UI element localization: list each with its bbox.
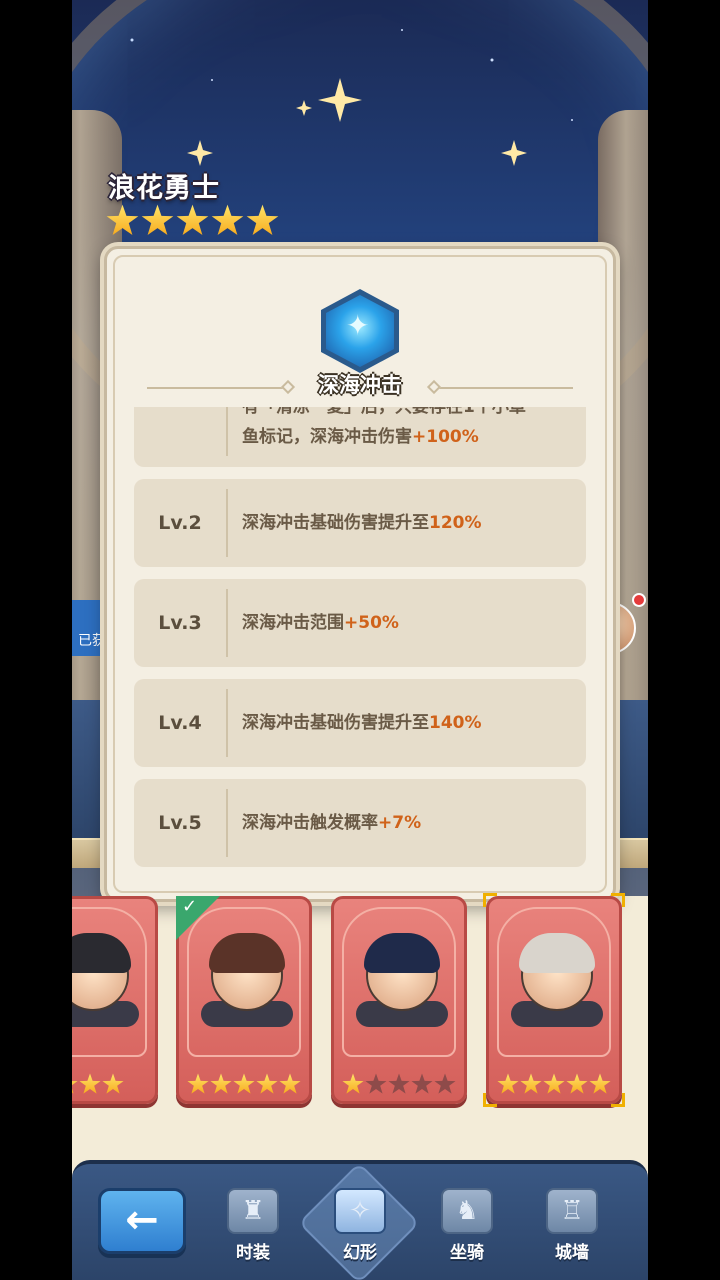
level-description: 深海冲击触发概率+7% bbox=[242, 813, 422, 833]
skill-title: 深海冲击 bbox=[318, 373, 402, 397]
costume-icon: ♜ bbox=[227, 1188, 279, 1234]
skin-card[interactable] bbox=[331, 896, 467, 1104]
star-icon bbox=[365, 1073, 387, 1094]
level-row: Lv.5 深海冲击触发概率+7% bbox=[134, 779, 586, 867]
skin-card-list: ✓ bbox=[72, 893, 638, 1107]
star-icon bbox=[176, 204, 209, 236]
star-icon bbox=[79, 1073, 101, 1094]
selection-corner bbox=[483, 893, 497, 907]
tab-mount[interactable]: ♞ 坐骑 bbox=[422, 1188, 512, 1268]
level-row: Lv.4 深海冲击基础伤害提升至140% bbox=[134, 679, 586, 767]
level-label: Lv.3 bbox=[158, 612, 202, 634]
level-label: Lv.2 bbox=[158, 512, 202, 534]
star-icon bbox=[434, 1073, 456, 1094]
level-label: Lv.4 bbox=[158, 712, 202, 734]
skill-level-list[interactable]: 有「清凉一夏」后，只要存在1个小章 鱼标记，深海冲击伤害+100% Lv.2 深… bbox=[134, 407, 586, 867]
level-description: 深海冲击范围+50% bbox=[242, 613, 399, 633]
hero-star-rating bbox=[106, 204, 279, 237]
selection-corner bbox=[611, 1093, 625, 1107]
star-icon bbox=[141, 204, 174, 236]
star-icon bbox=[566, 1073, 588, 1094]
star-icon bbox=[256, 1073, 278, 1094]
card-star-rating bbox=[334, 1073, 464, 1095]
level-row: Lv.2 深海冲击基础伤害提升至120% bbox=[134, 479, 586, 567]
card-star-rating bbox=[179, 1073, 309, 1095]
star-icon bbox=[342, 1073, 364, 1094]
star-icon bbox=[246, 204, 279, 236]
level-description: 有「清凉一夏」后，只要存在1个小章 鱼标记，深海冲击伤害+100% bbox=[242, 407, 526, 447]
star-icon bbox=[211, 204, 244, 236]
castle-wall-icon: ♖ bbox=[546, 1188, 598, 1234]
tab-label: 坐骑 bbox=[450, 1243, 484, 1263]
skin-card[interactable] bbox=[483, 893, 625, 1107]
hero-name: 浪花勇士 bbox=[108, 173, 220, 204]
mount-icon: ♞ bbox=[441, 1188, 493, 1234]
level-description: 深海冲击基础伤害提升至120% bbox=[242, 513, 482, 533]
bottom-nav-bar: ← ♜ 时装 ✧ 幻形 ♞ 坐骑 ♖ 城墙 bbox=[72, 1160, 648, 1280]
star-icon bbox=[520, 1073, 542, 1094]
game-screen: 浪花勇士 已获 深海冲击 有「清凉一夏」后，只要存在1个小章 鱼标记，深海冲击伤… bbox=[72, 0, 648, 1280]
level-row: 有「清凉一夏」后，只要存在1个小章 鱼标记，深海冲击伤害+100% bbox=[134, 407, 586, 467]
transform-icon: ✧ bbox=[334, 1188, 386, 1234]
star-icon bbox=[102, 1073, 124, 1094]
level-row: Lv.3 深海冲击范围+50% bbox=[134, 579, 586, 667]
skin-card[interactable] bbox=[72, 896, 158, 1104]
star-icon bbox=[543, 1073, 565, 1094]
tab-transform[interactable]: ✧ 幻形 bbox=[315, 1188, 405, 1268]
tab-label: 城墙 bbox=[555, 1243, 589, 1263]
star-icon bbox=[106, 204, 139, 236]
star-icon bbox=[210, 1073, 232, 1094]
star-icon bbox=[233, 1073, 255, 1094]
skin-card[interactable]: ✓ bbox=[176, 896, 312, 1104]
star-icon bbox=[187, 1073, 209, 1094]
selection-corner bbox=[483, 1093, 497, 1107]
tab-costume[interactable]: ♜ 时装 bbox=[208, 1188, 298, 1268]
tab-label: 幻形 bbox=[343, 1243, 377, 1263]
star-icon bbox=[411, 1073, 433, 1094]
tab-label: 时装 bbox=[236, 1243, 270, 1263]
star-icon bbox=[589, 1073, 611, 1094]
selection-corner bbox=[611, 893, 625, 907]
star-icon bbox=[388, 1073, 410, 1094]
arrow-left-icon: ← bbox=[125, 1197, 159, 1243]
level-description: 深海冲击基础伤害提升至140% bbox=[242, 713, 482, 733]
star-icon bbox=[497, 1073, 519, 1094]
card-star-rating bbox=[72, 1073, 155, 1095]
tab-castle-wall[interactable]: ♖ 城墙 bbox=[527, 1188, 617, 1268]
level-label: Lv.5 bbox=[158, 812, 202, 834]
notification-dot bbox=[632, 593, 646, 607]
card-star-rating bbox=[489, 1073, 619, 1095]
back-button[interactable]: ← bbox=[98, 1188, 186, 1254]
star-icon bbox=[72, 1073, 78, 1094]
star-icon bbox=[279, 1073, 301, 1094]
skill-detail-panel: 深海冲击 有「清凉一夏」后，只要存在1个小章 鱼标记，深海冲击伤害+100% L… bbox=[104, 246, 616, 902]
